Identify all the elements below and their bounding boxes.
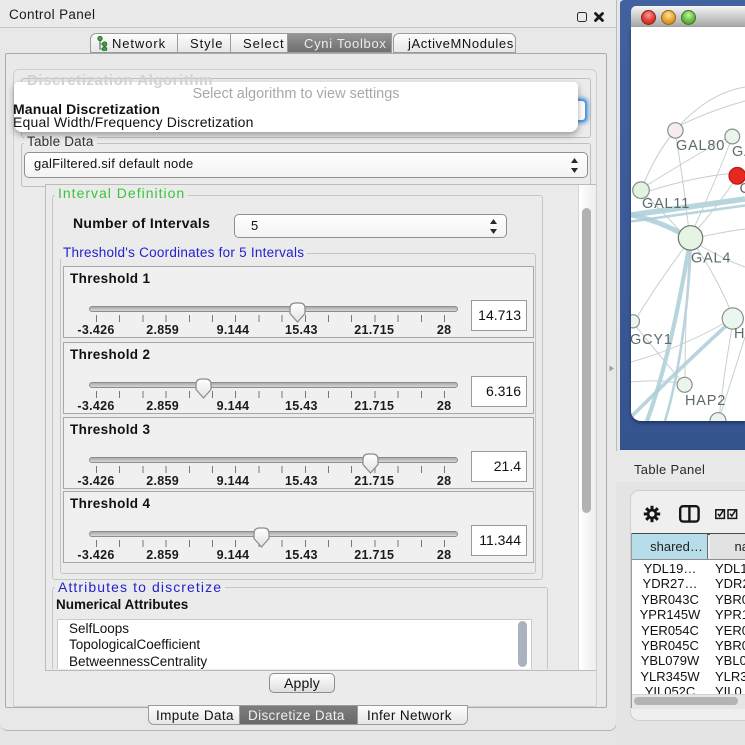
svg-text:GAL4: GAL4 [691, 251, 731, 267]
svg-text:GAL80: GAL80 [676, 138, 725, 154]
svg-text:C: C [740, 181, 745, 197]
svg-text:GAL11: GAL11 [642, 196, 690, 212]
svg-text:HAP2: HAP2 [685, 393, 726, 409]
svg-text:GCY1: GCY1 [631, 332, 673, 348]
svg-text:HI: HI [734, 326, 745, 342]
svg-text:GA: GA [732, 144, 745, 160]
